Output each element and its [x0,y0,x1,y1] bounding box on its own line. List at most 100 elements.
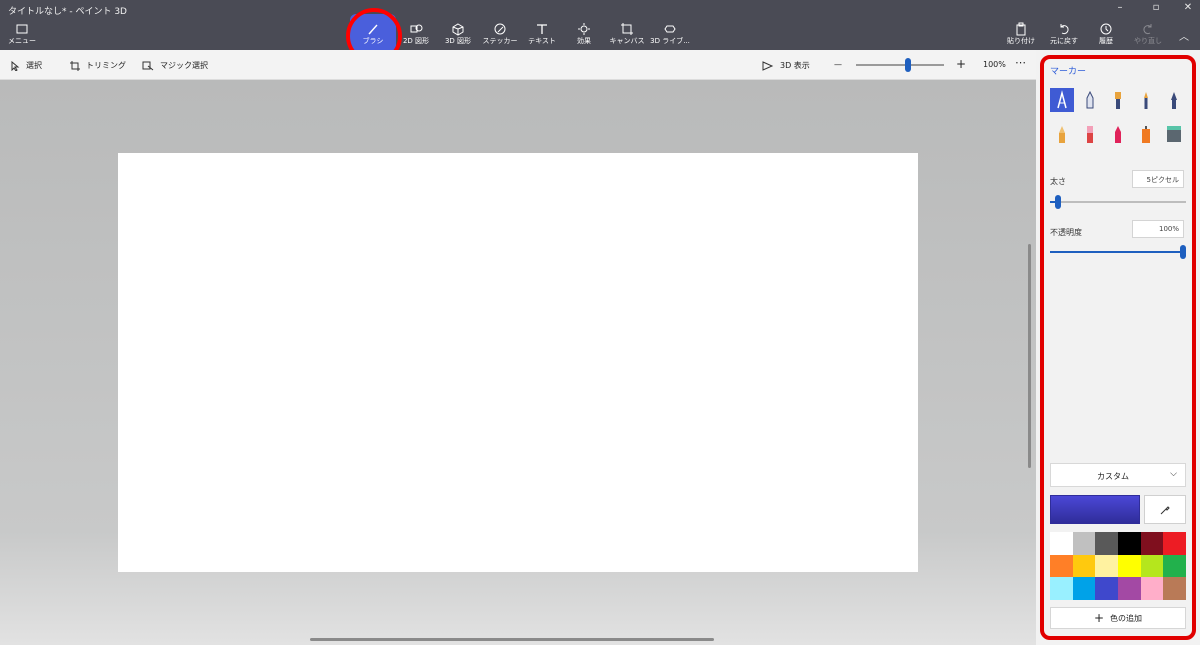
thickness-label: 太さ [1050,177,1066,186]
palette-swatch[interactable] [1163,577,1186,600]
trim-tool[interactable]: トリミング [70,60,126,71]
opacity-input[interactable]: 100% [1132,220,1184,238]
toolbar-undo-label: 元に戻す [1050,37,1078,45]
opacity-slider[interactable] [1050,245,1186,259]
palette-swatch[interactable] [1050,577,1073,600]
palette-swatch[interactable] [1117,532,1141,555]
oil-brush-tool[interactable] [1106,88,1130,112]
zoom-in-button[interactable]: + [956,57,966,71]
palette-swatch[interactable] [1163,554,1186,577]
magic-label: マジック選択 [160,61,208,70]
menu-button[interactable]: メニュー [4,24,40,46]
toolbar-text[interactable]: テキスト [518,22,566,48]
toolbar-canvas[interactable]: キャンバス [603,22,651,48]
more-options-icon[interactable]: ⋯ [1015,56,1026,69]
pencil-icon [1059,126,1065,143]
eyedropper-button[interactable] [1144,495,1186,524]
thickness-input[interactable]: 5ピクセル [1132,170,1184,188]
toolbar-redo[interactable]: やり直し [1124,22,1172,48]
toolbar-history[interactable]: 履歴 [1082,22,1130,48]
add-color-label: 色の追加 [1110,613,1143,623]
3d-shapes-icon [452,23,464,36]
palette-swatch[interactable] [1050,554,1073,577]
thickness-slider[interactable] [1050,195,1186,209]
watercolor-tool[interactable] [1134,88,1158,112]
close-button[interactable]: ✕ [1178,2,1198,13]
opacity-slider-knob[interactable] [1180,245,1186,259]
magic-select-icon [142,61,154,70]
spray-can-tool[interactable] [1134,122,1158,146]
drawing-canvas[interactable] [118,153,918,572]
palette-swatch[interactable] [1117,577,1141,600]
3d-view-icon [762,60,774,71]
palette-swatch[interactable] [1140,577,1164,600]
chevron-down-icon: ⌵ [1170,469,1177,479]
spray-can-icon [1142,126,1150,143]
secondary-toolbar: 選択 トリミング マジック選択 3D 表示 — + 100% ⋯ [0,50,1036,80]
add-color-button[interactable]: + 色の追加 [1050,607,1186,629]
undo-icon [1060,24,1069,35]
history-icon [1100,23,1112,35]
palette-swatch[interactable] [1095,532,1118,555]
crayon-tool[interactable] [1106,122,1130,146]
palette-swatch[interactable] [1095,577,1118,600]
pixel-pen-tool[interactable] [1162,88,1186,112]
vertical-scrollbar[interactable] [1028,244,1031,468]
paste-icon [1016,22,1026,36]
eraser-tool[interactable] [1078,122,1102,146]
color-mode-dropdown[interactable]: カスタム ⌵ [1050,463,1186,487]
toolbar-undo[interactable]: 元に戻す [1040,22,1088,48]
minimize-button[interactable]: – [1110,2,1130,13]
3d-view-label: 3D 表示 [780,61,810,70]
current-color-swatch[interactable] [1050,495,1140,524]
toolbar-sticker[interactable]: ステッカー [476,22,524,48]
fill-tool[interactable] [1162,122,1186,146]
2d-shapes-icon [410,24,423,33]
palette-swatch[interactable] [1072,532,1096,555]
zoom-out-button[interactable]: — [834,60,842,69]
toolbar-sticker-label: ステッカー [482,37,518,45]
panel-title: マーカー [1050,67,1087,77]
toolbar-3d-shapes[interactable]: 3D 図形 [434,22,482,48]
maximize-button[interactable]: ▫ [1146,2,1166,13]
oil-brush-icon [1115,92,1121,109]
palette-swatch[interactable] [1072,577,1096,600]
opacity-slider-fill [1050,251,1183,253]
3d-view-toggle[interactable]: 3D 表示 [762,60,810,71]
toolbar-3d-library[interactable]: 3D ライブ... [646,22,694,48]
watercolor-icon [1144,92,1148,109]
collapse-ribbon-icon[interactable]: ︿ [1174,28,1194,43]
toolbar-canvas-label: キャンバス [609,37,645,45]
palette-swatch[interactable] [1140,532,1164,555]
sticker-icon [494,23,506,35]
toolbar-2d-label: 2D 図形 [402,37,430,45]
color-mode-value: カスタム [1097,472,1129,481]
pencil-tool[interactable] [1050,122,1074,146]
marker-icon [1057,90,1067,109]
palette-swatch[interactable] [1163,532,1186,555]
marker-tool[interactable] [1050,88,1074,112]
zoom-slider-knob[interactable] [905,58,911,72]
zoom-slider[interactable] [856,58,944,72]
toolbar-paste[interactable]: 貼り付け [997,22,1045,48]
palette-swatch[interactable] [1117,554,1141,577]
effects-icon [578,23,590,35]
horizontal-scrollbar[interactable] [310,638,714,641]
toolbar-3dlib-label: 3D ライブ... [650,37,690,45]
toolbar-history-label: 履歴 [1099,37,1113,45]
palette-swatch[interactable] [1095,554,1118,577]
select-tool[interactable]: 選択 [10,60,42,71]
color-palette [1050,532,1186,600]
palette-swatch[interactable] [1072,554,1096,577]
toolbar-redo-label: やり直し [1134,37,1162,45]
plus-icon: + [1093,611,1105,625]
folder-icon [16,24,28,34]
calligraphy-pen-tool[interactable] [1078,88,1102,112]
thickness-slider-knob[interactable] [1055,195,1061,209]
fill-bucket-icon [1167,126,1181,142]
magic-select-tool[interactable]: マジック選択 [142,60,208,71]
toolbar-effects[interactable]: 効果 [560,22,608,48]
palette-swatch[interactable] [1050,532,1073,555]
palette-swatch[interactable] [1140,554,1164,577]
3d-library-icon [664,25,676,33]
